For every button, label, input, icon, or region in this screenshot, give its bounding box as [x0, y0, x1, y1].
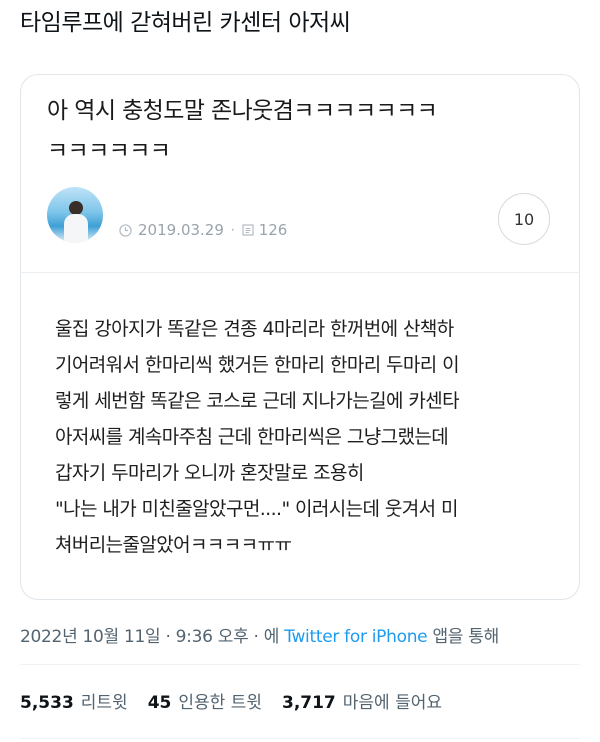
post-title-line: 아 역시 충청도말 존나웃겸ㅋㅋㅋㅋㅋㅋㅋ — [47, 98, 438, 124]
tweet-timestamp: 2022년 10월 11일 · 9:36 오후 · 에 Twitter for … — [20, 622, 499, 647]
tweet-source-suffix: 앱을 통해 — [427, 627, 499, 647]
separator — [20, 738, 580, 739]
post-date: 2019.03.29 — [138, 221, 224, 239]
separator — [20, 664, 580, 665]
avatar-figure-head — [69, 201, 83, 215]
eye-icon — [242, 224, 254, 236]
post-body-line: 갑자기 두마리가 오니까 혼잣말로 조용히 — [55, 462, 364, 484]
tweet-stats: 5,533 리트윗 45 인용한 트윗 3,717 마음에 들어요 — [20, 688, 462, 713]
comment-count-badge[interactable]: 10 — [498, 193, 550, 245]
post-meta: 2019.03.29 · 126 — [119, 221, 287, 239]
post-body-line: 쳐버리는줄알았어ㅋㅋㅋㅋㅠㅠ — [55, 534, 292, 556]
clock-icon — [119, 223, 132, 237]
post-body-line: 기어려워서 한마리씩 했거든 한마리 한마리 두마리 이 — [55, 354, 460, 376]
post-body-line: "나는 내가 미친줄알았구먼...." 이러시는데 웃겨서 미 — [55, 498, 458, 520]
post-body-line: 울집 강아지가 똑같은 견종 4마리라 한꺼번에 산책하 — [55, 318, 454, 340]
retweet-label[interactable]: 리트윗 — [81, 688, 128, 713]
retweet-count[interactable]: 5,533 — [20, 693, 74, 713]
embedded-post-card[interactable]: 아 역시 충청도말 존나웃겸ㅋㅋㅋㅋㅋㅋㅋ ㅋㅋㅋㅋㅋㅋ 2019.03.29 … — [20, 74, 580, 600]
post-body-line: 렇게 세번함 똑같은 코스로 근데 지나가는길에 카센타 — [55, 390, 460, 412]
avatar-figure-body — [64, 214, 88, 243]
meta-separator-dot: · — [230, 223, 235, 237]
tweet-source-link[interactable]: Twitter for iPhone — [284, 627, 427, 647]
quote-count[interactable]: 45 — [148, 693, 172, 713]
post-body: 울집 강아지가 똑같은 견종 4마리라 한꺼번에 산책하 기어려워서 한마리씩 … — [55, 311, 565, 563]
post-title: 아 역시 충청도말 존나웃겸ㅋㅋㅋㅋㅋㅋㅋ ㅋㅋㅋㅋㅋㅋ — [47, 91, 557, 171]
tweet-date-time[interactable]: 2022년 10월 11일 · 9:36 오후 · 에 — [20, 627, 284, 647]
like-label[interactable]: 마음에 들어요 — [343, 688, 442, 713]
post-title-line: ㅋㅋㅋㅋㅋㅋ — [47, 138, 171, 164]
post-body-line: 아저씨를 계속마주침 근데 한마리씩은 그냥그랬는데 — [55, 426, 449, 448]
author-avatar[interactable] — [47, 187, 103, 243]
post-view-count: 126 — [258, 221, 288, 239]
card-divider — [21, 272, 579, 273]
quote-label[interactable]: 인용한 트윗 — [178, 688, 262, 713]
like-count[interactable]: 3,717 — [282, 693, 336, 713]
tweet-text: 타임루프에 갇혀버린 카센터 아저씨 — [20, 10, 351, 36]
